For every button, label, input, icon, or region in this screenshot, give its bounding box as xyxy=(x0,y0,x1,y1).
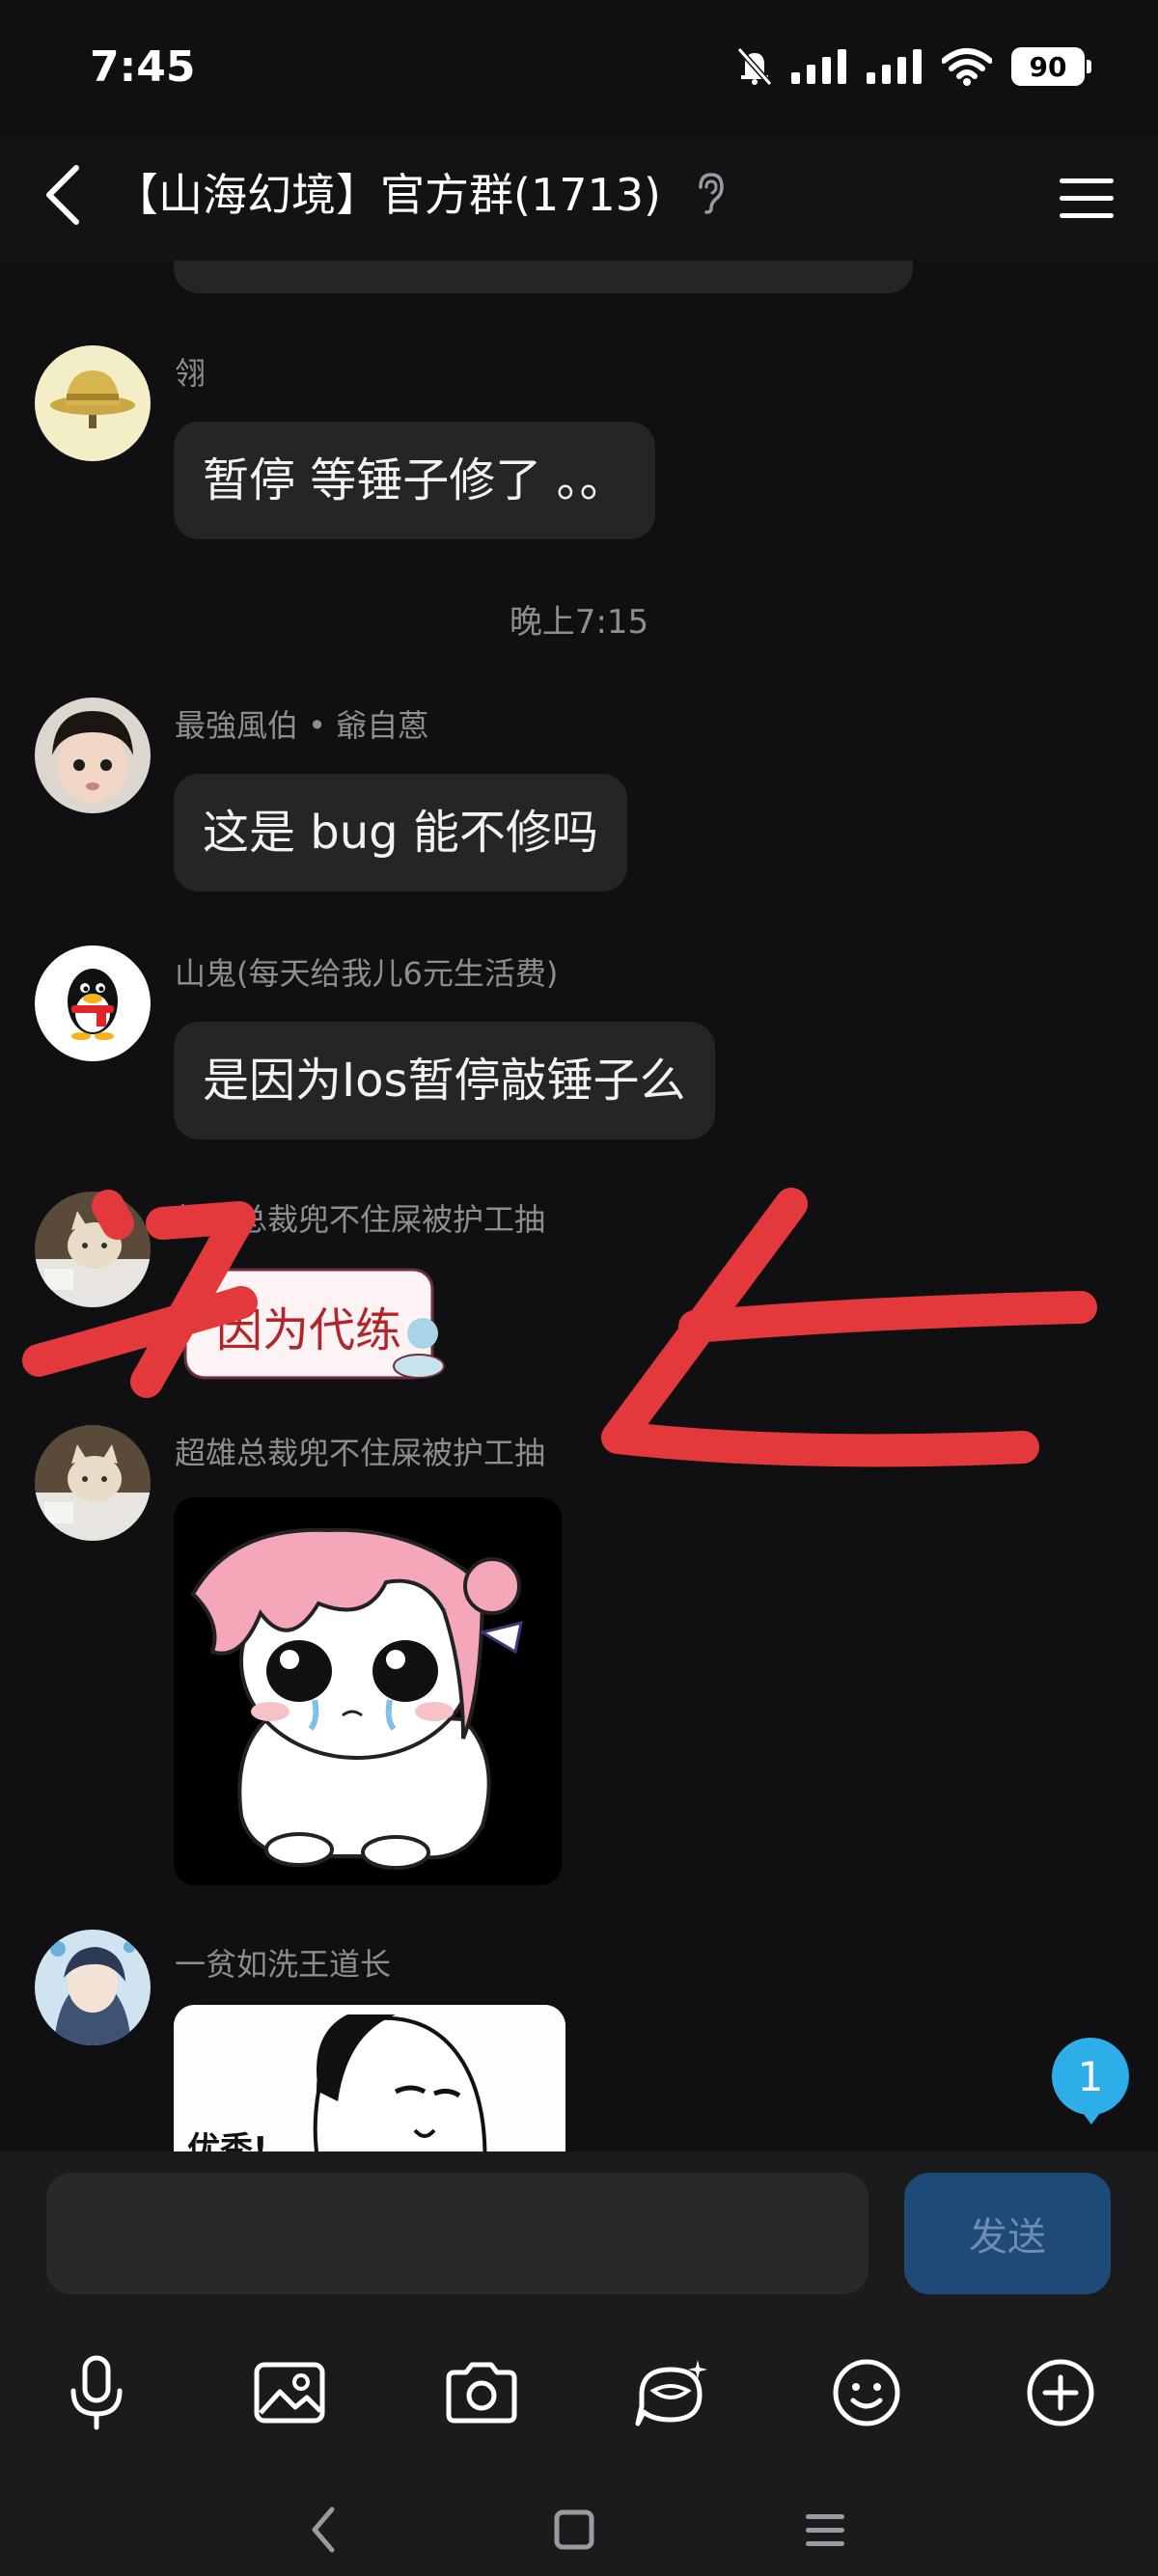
message-bubble[interactable]: 是因为Ios暂停敲锤子么 xyxy=(174,1022,715,1139)
message-bubble[interactable]: 这是 bug 能不修吗 xyxy=(174,774,627,891)
image-sticker[interactable] xyxy=(174,1497,562,1885)
camera-icon xyxy=(446,2362,517,2424)
back-arrow-icon xyxy=(46,165,79,225)
message-timestamp: 晚上7:15 xyxy=(509,603,649,642)
unread-badge[interactable]: 1 xyxy=(1052,2038,1129,2124)
message-bubble[interactable]: 暂停 等锤子修了 。。 xyxy=(174,422,655,539)
sender-name: 山鬼(每天给我儿6元生活费) xyxy=(175,955,559,992)
hamburger-menu-icon xyxy=(1060,178,1114,218)
chat-title[interactable]: 【山海幻境】官方群(1713) xyxy=(114,160,661,224)
sticker-caption: 优秀! xyxy=(187,2130,268,2151)
nav-home-icon xyxy=(554,2509,594,2550)
sender-name: 最強風伯 • 爺自蒽 xyxy=(175,707,429,744)
nav-recents-icon xyxy=(806,2514,844,2546)
anime-avatar xyxy=(35,1930,151,2045)
voice-button[interactable] xyxy=(48,2344,145,2441)
chat-header: 【山海幻境】官方群(1713) xyxy=(0,135,1158,260)
cat-avatar xyxy=(35,1425,151,1541)
microphone-icon xyxy=(70,2355,123,2430)
wifi-icon xyxy=(942,48,992,86)
emoji-icon xyxy=(833,2359,900,2426)
text-sticker[interactable]: 因为代练 xyxy=(181,1266,446,1384)
avatar[interactable] xyxy=(35,1192,151,1307)
photo-button[interactable] xyxy=(241,2344,338,2441)
yellow-hat-avatar xyxy=(35,345,151,461)
nav-home-button[interactable] xyxy=(531,2493,618,2566)
more-button[interactable] xyxy=(1012,2344,1109,2441)
avatar[interactable] xyxy=(35,698,151,813)
sticker-text: 因为代练 xyxy=(216,1303,402,1357)
signal-icon xyxy=(791,49,846,84)
sender-name: 超雄总裁兜不住屎被护工抽 xyxy=(175,1435,546,1471)
avatar[interactable] xyxy=(35,945,151,1061)
battery-icon: 90 xyxy=(1011,47,1091,86)
battery-level: 90 xyxy=(1029,50,1067,83)
ear-icon xyxy=(699,173,724,214)
red-packet-icon xyxy=(635,2360,707,2426)
nav-recents-button[interactable] xyxy=(782,2493,868,2566)
composer-toolbar xyxy=(0,2335,1158,2451)
message-input[interactable] xyxy=(46,2173,868,2294)
status-icons: 90 xyxy=(737,44,1091,89)
red-packet-button[interactable] xyxy=(624,2344,721,2441)
ear-mode-button[interactable] xyxy=(697,164,735,222)
crying-pink-hair-sticker xyxy=(174,1497,562,1885)
sender-name: 超雄总裁兜不住屎被护工抽 xyxy=(175,1201,546,1238)
image-sticker[interactable]: 优秀! xyxy=(174,2005,565,2151)
status-time: 7:45 xyxy=(90,42,196,92)
avatar[interactable] xyxy=(35,1425,151,1541)
signal-icon xyxy=(867,49,922,84)
camera-button[interactable] xyxy=(433,2344,530,2441)
emoji-button[interactable] xyxy=(818,2344,915,2441)
mute-bell-icon xyxy=(737,47,772,86)
cat-avatar xyxy=(35,1192,151,1307)
send-button[interactable]: 发送 xyxy=(904,2173,1111,2294)
system-nav-bar xyxy=(0,2480,1158,2576)
child-avatar xyxy=(35,698,151,813)
message-list[interactable]: 翎 暂停 等锤子修了 。。 晚上7:15 最強風伯 • 爺自蒽 这是 bug 能… xyxy=(0,0,1158,2151)
composer-area: 发送 xyxy=(0,2151,1158,2576)
image-icon xyxy=(254,2362,325,2424)
avatar[interactable] xyxy=(35,1930,151,2045)
back-button[interactable] xyxy=(29,156,96,233)
avatar[interactable] xyxy=(35,345,151,461)
status-bar: 7:45 90 xyxy=(0,0,1158,135)
nav-back-button[interactable] xyxy=(280,2493,367,2566)
sender-name: 一贫如洗王道长 xyxy=(175,1946,392,1983)
nav-back-icon xyxy=(312,2507,335,2553)
menu-button[interactable] xyxy=(1050,162,1123,235)
sender-name: 翎 xyxy=(175,355,207,392)
plus-icon xyxy=(1027,2359,1094,2426)
penguin-avatar xyxy=(35,945,151,1061)
